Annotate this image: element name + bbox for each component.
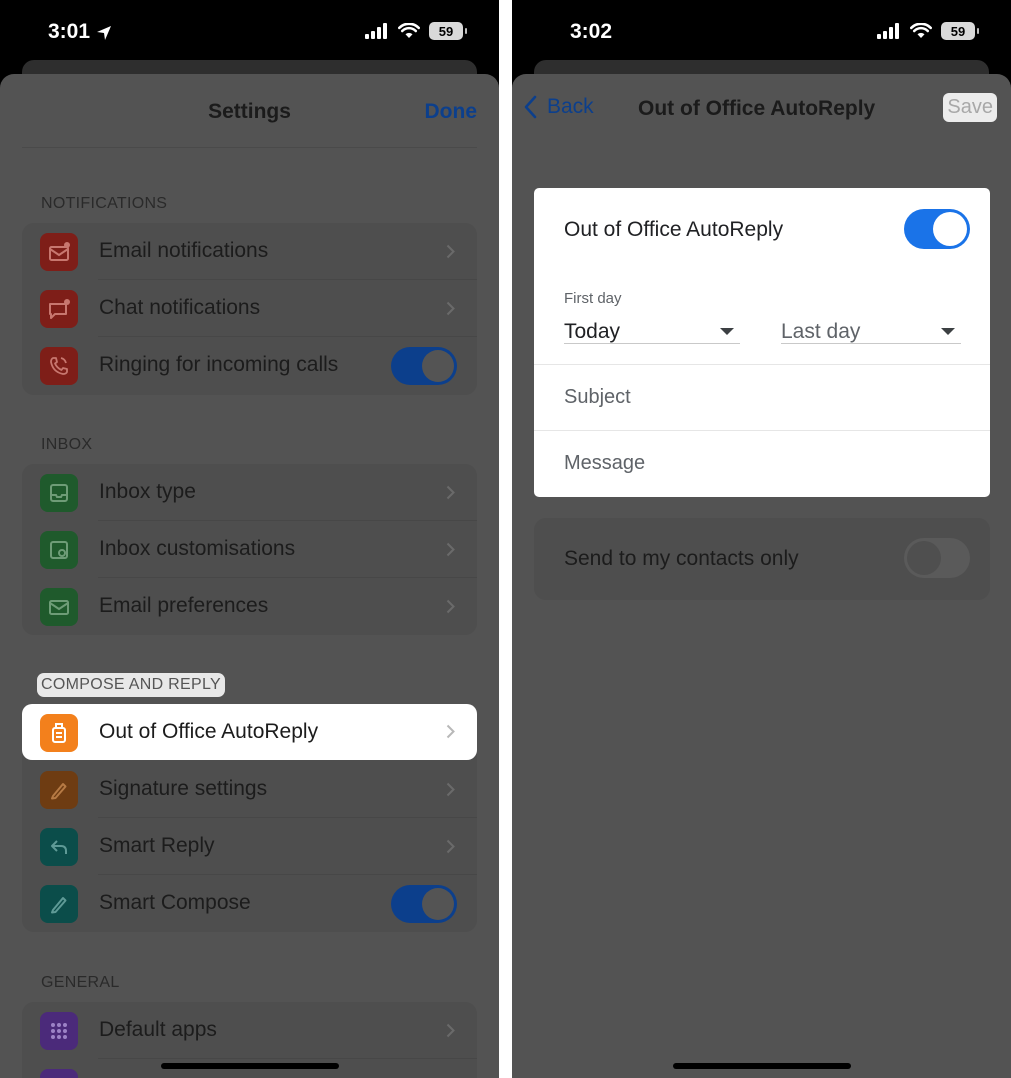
contacts-only-row: Send to my contacts only [534,518,990,600]
default-apps-row[interactable]: Default apps [22,1002,477,1059]
location-arrow-icon [97,26,111,40]
subject-input[interactable]: Subject [564,386,631,409]
cellular-signal-icon [877,23,899,39]
chevron-right-icon [446,485,455,500]
autoreply-label: Out of Office AutoReply [564,218,784,241]
chat-notification-icon [40,290,78,328]
smart-compose-toggle[interactable] [391,885,457,923]
back-label: Back [547,95,594,118]
battery-indicator: 59 [941,22,979,40]
battery-indicator: 59 [429,22,467,40]
section-inbox: INBOX [41,436,93,453]
chevron-right-icon [446,1023,455,1038]
first-day-label: First day [564,290,622,307]
first-day-dropdown[interactable]: Today [564,318,740,344]
mail-notification-icon [40,233,78,271]
envelope-icon [40,588,78,626]
smart-reply-row[interactable]: Smart Reply [22,818,477,875]
email-preferences-row[interactable]: Email preferences [22,578,477,635]
inbox-tray-icon [40,474,78,512]
ringing-row: Ringing for incoming calls [22,337,477,394]
suitcase-icon [40,714,78,752]
message-input[interactable]: Message [564,452,645,475]
chevron-right-icon [446,782,455,797]
chevron-right-icon [446,724,455,739]
phone-ringing-icon [40,347,78,385]
email-notifications-row[interactable]: Email notifications [22,223,477,280]
done-button[interactable]: Done [425,100,478,124]
section-general: GENERAL [41,974,120,991]
signature-pen-icon [40,771,78,809]
status-time: 3:02 [570,20,613,43]
signature-settings-row[interactable]: Signature settings [22,761,477,818]
save-button[interactable]: Save [943,93,997,122]
row-label: Out of Office AutoReply [99,720,319,743]
chevron-right-icon [446,244,455,259]
settings-item-icon [40,1069,78,1078]
autoreply-screen: 3:02 59 Back Out of Office AutoReply Sav… [512,0,1011,1078]
home-indicator [672,1063,851,1069]
row-label: Smart Compose [99,891,251,914]
reply-arrow-icon [40,828,78,866]
chevron-right-icon [446,542,455,557]
out-of-office-row[interactable]: Out of Office AutoReply [22,704,477,760]
inbox-settings-icon [40,531,78,569]
first-day-value: Today [564,320,621,343]
row-label: Inbox customisations [99,537,296,560]
row-label: Inbox type [99,480,196,503]
wifi-icon [398,23,420,38]
ringing-toggle[interactable] [391,347,457,385]
row-label: Email notifications [99,239,269,262]
autoreply-card: Out of Office AutoReply First day Today … [534,188,990,497]
status-time: 3:01 [48,20,91,43]
chevron-right-icon [446,301,455,316]
last-day-dropdown[interactable]: Last day [781,318,961,344]
notifications-group: Email notifications Chat notifications R… [22,223,477,395]
autoreply-toggle[interactable] [904,209,970,249]
wifi-icon [910,23,932,38]
pencil-icon [40,885,78,923]
section-notifications: NOTIFICATIONS [41,195,168,212]
cellular-signal-icon [365,23,387,39]
inbox-type-row[interactable]: Inbox type [22,464,477,521]
contacts-only-label: Send to my contacts only [564,547,799,570]
home-indicator [160,1063,339,1069]
status-bar: 3:01 59 [0,0,499,64]
row-label: Email preferences [99,594,269,617]
apps-grid-icon [40,1012,78,1050]
row-label: Default apps [99,1018,217,1041]
dropdown-arrow-icon [720,328,734,335]
chat-notifications-row[interactable]: Chat notifications [22,280,477,337]
contacts-only-toggle[interactable] [904,538,970,578]
page-title: Out of Office AutoReply [638,97,876,120]
row-label: Signature settings [99,777,268,800]
smart-compose-row: Smart Compose [22,875,477,932]
row-label: Ringing for incoming calls [99,353,339,376]
chevron-right-icon [446,599,455,614]
row-label: Smart Reply [99,834,215,857]
settings-screen: 3:01 59 Settings Done NOTIFICATIONS Emai… [0,0,499,1078]
inbox-customisations-row[interactable]: Inbox customisations [22,521,477,578]
chevron-right-icon [446,839,455,854]
dropdown-arrow-icon [941,328,955,335]
inbox-group: Inbox type Inbox customisations Email pr… [22,464,477,635]
last-day-placeholder: Last day [781,320,861,343]
back-button[interactable]: Back [524,95,594,119]
section-compose: COMPOSE AND REPLY [37,673,225,697]
row-label: Chat notifications [99,296,261,319]
status-bar: 3:02 59 [512,0,1011,64]
chevron-left-icon [524,95,537,119]
